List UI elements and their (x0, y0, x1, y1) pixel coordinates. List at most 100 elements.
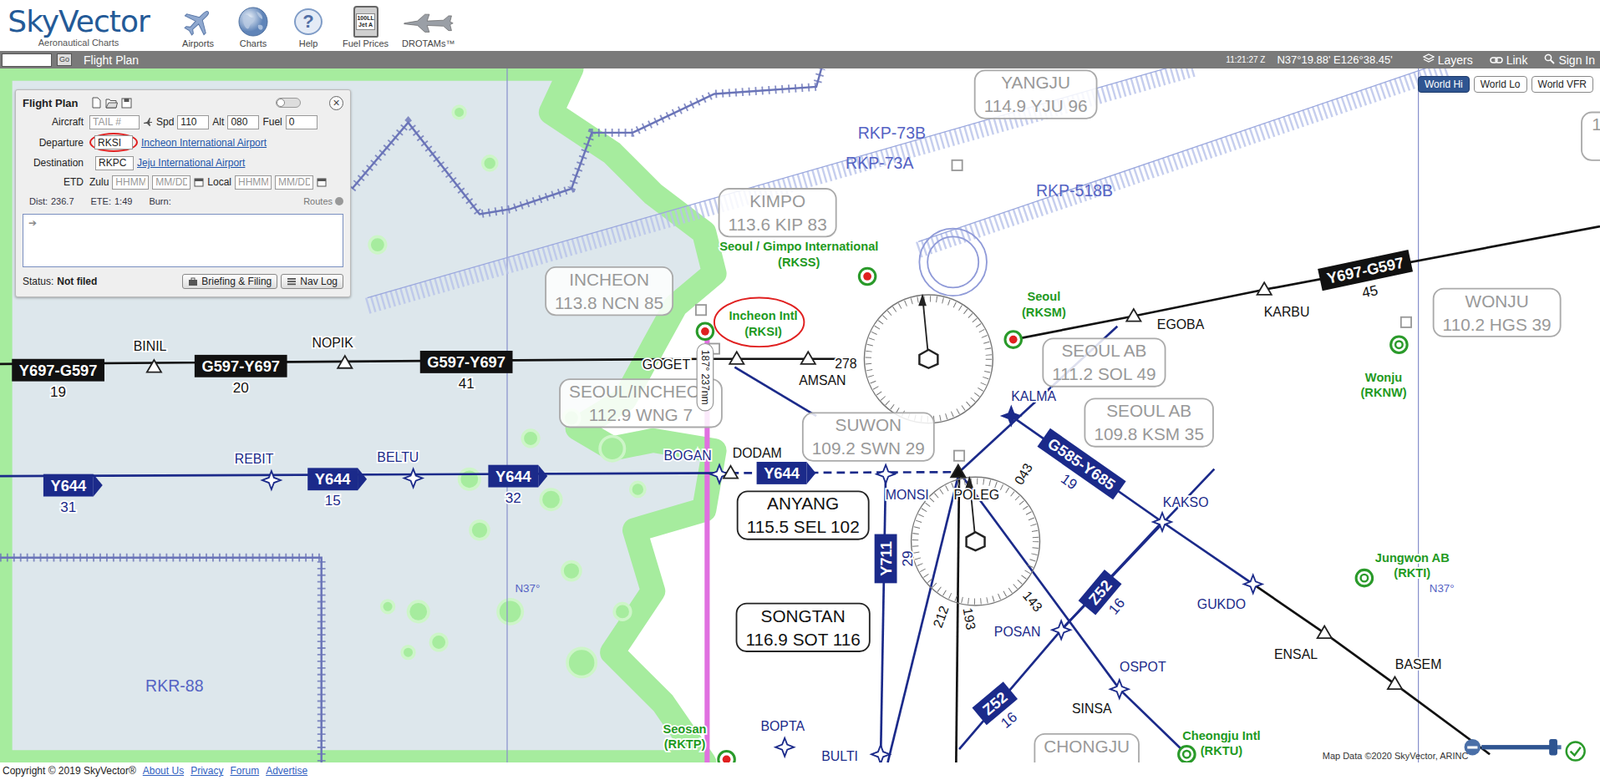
toolbar-link-label[interactable]: Layers (1437, 53, 1474, 67)
close-button[interactable]: × (329, 96, 344, 111)
airway-label[interactable]: G597-Y69720 (194, 355, 288, 397)
button-label[interactable]: Nav Log (299, 275, 338, 288)
nav-label[interactable]: Charts (239, 38, 267, 50)
airway-label[interactable]: Y644 (756, 462, 817, 485)
departure-link[interactable]: Incheon International Airport (141, 137, 267, 149)
airport-label[interactable]: (RKSI) (744, 325, 783, 339)
route-textarea[interactable]: ➔ (22, 213, 344, 268)
aircraft-icon[interactable] (142, 116, 153, 127)
airway-label[interactable]: Y697-G59745 (1317, 249, 1418, 310)
airport-icon[interactable] (696, 323, 714, 341)
waypoint-label[interactable]: ENSAL (1274, 647, 1318, 662)
airport-label[interactable]: Incheon Intl (728, 309, 798, 323)
chart-type-button[interactable]: World Lo (1473, 76, 1528, 93)
nav-item[interactable]: DROTAMs™ (401, 5, 455, 50)
panel-toggle[interactable] (275, 97, 301, 108)
open-folder-icon[interactable] (105, 97, 118, 109)
navaid-box[interactable]: WONJU110.2 HGS 39 (1433, 289, 1561, 337)
waypoint-label[interactable]: OSPOT (1119, 660, 1167, 675)
zoom-knob[interactable] (1549, 739, 1558, 757)
waypoint-label[interactable]: AMSAN (798, 374, 846, 389)
local-date-input[interactable] (274, 175, 314, 190)
aircraft-input[interactable] (89, 115, 140, 130)
airport-icon[interactable] (1005, 331, 1022, 349)
go-button[interactable]: Go (56, 53, 72, 67)
waypoint-label[interactable]: BELTU (376, 450, 419, 465)
waypoint-label[interactable]: EGOBA (1157, 317, 1205, 332)
waypoint-icon[interactable] (1051, 620, 1071, 640)
altitude-input[interactable] (227, 115, 260, 130)
navaid-box[interactable]: SEOUL AB111.2 SOL 49 (1042, 338, 1165, 387)
waypoint-icon[interactable] (404, 469, 423, 488)
waypoint-icon[interactable] (147, 360, 162, 373)
chart-type-button[interactable]: World VFR (1531, 76, 1594, 93)
navaid-box[interactable]: YANGJU114.9 YJU 96 (975, 70, 1098, 118)
airport-label[interactable]: (RKNW) (1360, 386, 1407, 400)
toolbar-link-label[interactable]: Link (1506, 53, 1529, 67)
waypoint-label[interactable]: BOPTA (760, 719, 805, 734)
airport-label[interactable]: Seoul (1026, 289, 1061, 304)
airport-label[interactable]: Seoul / Gimpo International (719, 239, 879, 254)
waypoint-label[interactable]: DODAM (732, 446, 783, 461)
airway-label[interactable]: Y64432 (487, 465, 548, 507)
airport-icon[interactable] (718, 751, 736, 763)
airway-label[interactable]: Y71129 (874, 534, 916, 585)
nav-item[interactable]: 100LL Jet AFuel Prices (342, 5, 389, 50)
new-file-icon[interactable] (91, 96, 102, 109)
waypoint-icon[interactable] (1244, 574, 1263, 594)
airport-label[interactable]: Wonju (1365, 370, 1402, 385)
airport-icon[interactable] (1391, 336, 1408, 354)
airport-label[interactable]: (RKTP) (664, 737, 707, 752)
waypoint-icon[interactable] (1257, 282, 1272, 295)
nav-label[interactable]: Fuel Prices (342, 38, 389, 50)
airport-label[interactable]: (RKSM) (1021, 305, 1067, 320)
toolbar-link[interactable]: Sign In (1544, 53, 1595, 67)
waypoint-icon[interactable] (801, 351, 816, 365)
airway-label[interactable]: Y64415 (307, 467, 367, 509)
navaid-box[interactable]: ANYANG115.5 SEL 102 (737, 491, 869, 539)
waypoint-icon[interactable] (262, 471, 281, 490)
airway-label[interactable]: Z5216 (1078, 569, 1137, 628)
zulu-time-input[interactable] (111, 175, 149, 190)
waypoint-label[interactable]: GOGET (642, 357, 691, 372)
airport-label[interactable]: Seosan (662, 722, 707, 737)
flight-plan-tab[interactable]: Flight Plan (83, 53, 139, 67)
routes-button[interactable]: Routes (303, 196, 344, 207)
airway-label[interactable]: G597-Y69741 (420, 350, 514, 392)
airport-label[interactable]: (RKTU) (1200, 744, 1244, 758)
waypoint-icon[interactable] (876, 465, 895, 484)
waypoint-label[interactable]: POSAN (994, 624, 1042, 640)
waypoint-label[interactable]: BINIL (133, 339, 168, 354)
zulu-date-input[interactable] (152, 175, 191, 190)
destination-link[interactable]: Jeju International Airport (137, 157, 245, 169)
waypoint-label[interactable]: BOGAN (664, 448, 712, 463)
logo-text[interactable]: SkyVector (7, 5, 149, 38)
footer-link[interactable]: Advertise (265, 765, 308, 778)
fuel-input[interactable] (285, 115, 318, 130)
waypoint-label[interactable]: BASEM (1395, 657, 1443, 672)
waypoint-icon[interactable] (871, 745, 890, 763)
departure-input[interactable] (94, 135, 133, 150)
waypoint-label[interactable]: GUKDO (1197, 597, 1246, 612)
airport-label[interactable]: (RKSS) (777, 255, 821, 270)
airway-label[interactable]: Y64431 (43, 474, 103, 516)
toolbar-link[interactable]: Layers (1422, 53, 1474, 67)
toolbar-link-label[interactable]: Sign In (1558, 53, 1595, 67)
calendar-icon[interactable] (193, 177, 204, 188)
navaid-box[interactable]: KIMPO113.6 KIP 83 (719, 188, 837, 237)
airport-icon[interactable] (1178, 746, 1196, 763)
nav-label[interactable]: Airports (182, 38, 214, 50)
navaid-box[interactable]: INCHEON113.8 NCN 85 (545, 267, 673, 315)
navaid-box[interactable]: SEOUL AB109.8 KSM 35 (1084, 398, 1214, 447)
routes-label[interactable]: Routes (303, 196, 333, 207)
waypoint-label[interactable]: NOPIK (311, 335, 354, 351)
navaid-box[interactable]: SONGTAN116.9 SOT 116 (736, 604, 870, 652)
zoom-slider[interactable] (1464, 739, 1562, 757)
waypoint-icon[interactable] (1153, 513, 1172, 532)
waypoint-icon[interactable] (1387, 676, 1402, 690)
speed-input[interactable] (177, 115, 209, 130)
search-input[interactable] (1, 53, 52, 67)
nav-label[interactable]: Help (299, 38, 319, 50)
waypoint-icon[interactable] (1317, 625, 1332, 639)
navaid-box[interactable]: 11 (1581, 111, 1600, 160)
